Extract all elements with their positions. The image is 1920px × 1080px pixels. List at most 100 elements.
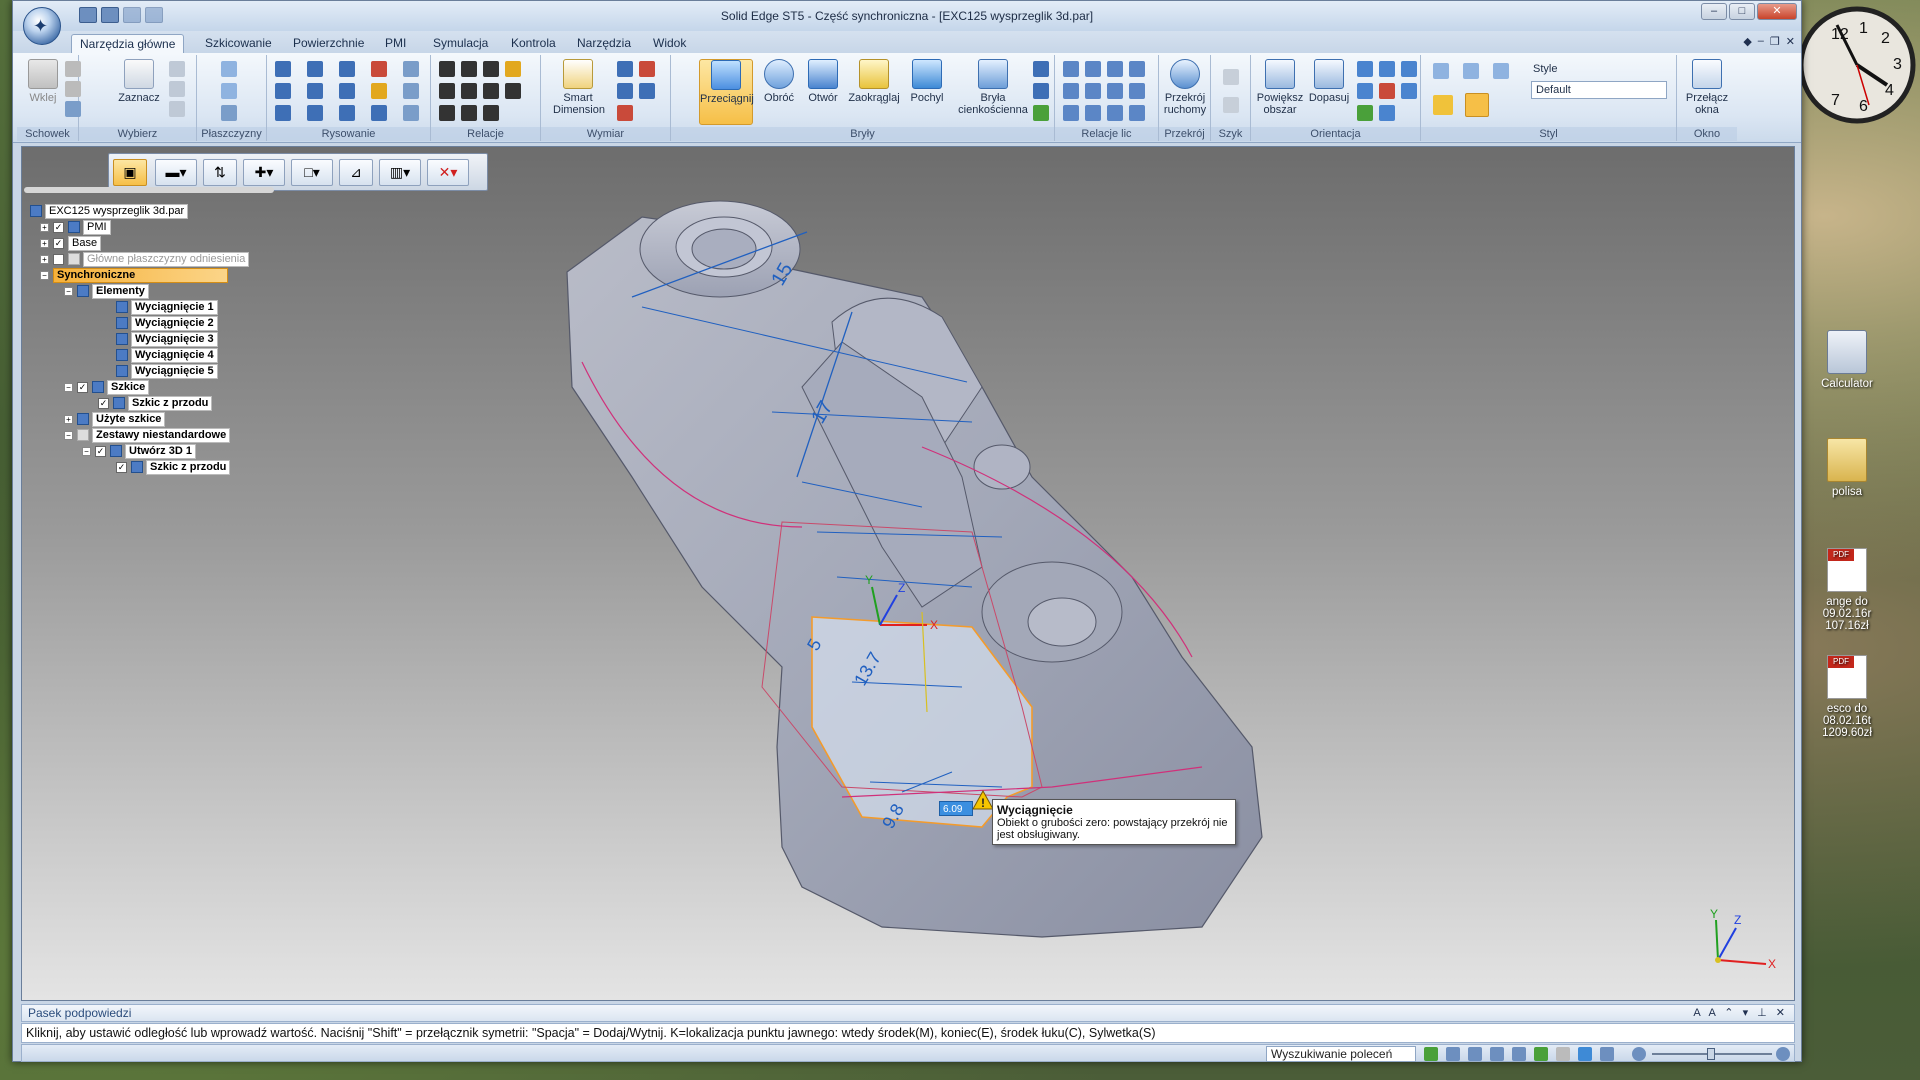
face-symmetric-icon[interactable] [1085, 83, 1101, 99]
tangent-relation-icon[interactable] [439, 105, 455, 121]
face-parallel-icon[interactable] [1107, 61, 1123, 77]
draft-button[interactable]: Pochyl [905, 59, 949, 104]
smart-dimension-button[interactable]: Smart Dimension [553, 59, 605, 116]
tree-item-wyciagniecie-4[interactable]: Wyciągnięcie 4 [116, 348, 218, 363]
rectangle-icon[interactable] [275, 83, 291, 99]
fillet-icon[interactable] [307, 83, 323, 99]
tab-pmi[interactable]: PMI [377, 34, 414, 53]
tree-item-szkice[interactable]: − ✓ Szkice [64, 380, 150, 395]
doc-minimize-icon[interactable]: – [1758, 35, 1764, 48]
tab-powierzchnie[interactable]: Powierzchnie [285, 34, 372, 53]
pattern-rect-icon[interactable] [1223, 69, 1239, 85]
expand-icon[interactable]: + [64, 414, 73, 424]
pan-icon[interactable] [1379, 61, 1395, 77]
extend-icon[interactable] [339, 83, 355, 99]
round-button[interactable]: Zaokrąglaj [847, 59, 901, 104]
application-button[interactable]: ✦ [23, 7, 61, 45]
tab-szkicowanie[interactable]: Szkicowanie [197, 34, 280, 53]
desktop-icon-pdf-1[interactable]: PDF ange do 09.02.16r 107.16zł [1802, 548, 1892, 632]
expand-icon[interactable]: + [40, 222, 49, 232]
add-remove-dropdown[interactable]: ✚▾ [243, 159, 285, 186]
point-icon[interactable] [307, 105, 323, 121]
pattern-icon[interactable] [1033, 61, 1049, 77]
hole-button[interactable]: Otwór [801, 59, 845, 104]
zoom-out-icon[interactable] [1632, 1047, 1646, 1061]
curve-icon[interactable] [339, 61, 355, 77]
checkbox-icon[interactable]: ✓ [53, 221, 64, 233]
extent-type-dropdown[interactable]: ▬▾ [155, 159, 197, 186]
coordinate-dimension-icon[interactable] [617, 83, 633, 99]
zoom-slider-thumb[interactable] [1707, 1048, 1715, 1060]
close-button[interactable]: ✕ [1757, 3, 1797, 20]
keypoints-dropdown[interactable]: □▾ [291, 159, 333, 186]
zoom-area-sb-icon[interactable] [1446, 1047, 1460, 1061]
tree-scrollbar[interactable] [24, 187, 274, 193]
distance-value-input[interactable]: 6.09 [939, 801, 973, 816]
cancel-icon[interactable]: ✕▾ [427, 159, 469, 186]
shaded-icon[interactable] [1433, 95, 1453, 115]
tree-item-szkic-z-przodu[interactable]: ✓ Szkic z przodu [98, 396, 213, 411]
symmetric-dimension-icon[interactable] [639, 83, 655, 99]
treatment-icon[interactable]: ⊿ [339, 159, 373, 186]
filter-icon[interactable] [169, 81, 185, 97]
revolve-button[interactable]: Obróć [757, 59, 801, 104]
help-icon[interactable]: ◆ [1743, 35, 1751, 48]
view-copy-icon[interactable] [1401, 61, 1417, 77]
tab-symulacja[interactable]: Symulacja [425, 34, 496, 53]
part-model[interactable]: X Y Z 15 17 5 13.7 9.8 [22, 147, 1795, 1001]
thin-wall-button[interactable]: Bryła cienkościenna [953, 59, 1033, 116]
collapse-icon[interactable]: − [40, 270, 49, 280]
face-aligned-icon[interactable] [1107, 83, 1123, 99]
face-concentric-icon[interactable] [1085, 61, 1101, 77]
desktop-icon-pdf-2[interactable]: PDF esco do 08.02.16t 1209.60zł [1802, 655, 1892, 739]
tree-item-sync[interactable]: − Synchroniczne [40, 268, 228, 283]
offset-icon[interactable] [403, 61, 419, 77]
fit-sb-icon[interactable] [1490, 1047, 1504, 1061]
zoom-sb-icon[interactable] [1468, 1047, 1482, 1061]
checkbox-icon[interactable]: ✓ [77, 381, 88, 393]
desktop-icon-polisa[interactable]: polisa [1802, 438, 1892, 498]
symmetric-relation-icon[interactable] [505, 83, 521, 99]
view-style-sb-icon[interactable] [1578, 1047, 1592, 1061]
concentric-relation-icon[interactable] [483, 61, 499, 77]
view-options-dropdown[interactable]: ▥▾ [379, 159, 421, 186]
tree-item-utworz-3d[interactable]: − ✓ Utwórz 3D 1 [82, 444, 196, 459]
sketch-view-icon[interactable] [1357, 105, 1373, 121]
distance-dimension-icon[interactable] [617, 61, 633, 77]
tab-widok[interactable]: Widok [645, 34, 694, 53]
face-perpendicular-icon[interactable] [1129, 61, 1145, 77]
view-triad[interactable]: X Y Z [1704, 904, 1784, 974]
face-coplanar-icon[interactable] [1063, 61, 1079, 77]
rotate-view-icon[interactable] [1379, 83, 1395, 99]
select-tools-icon[interactable] [169, 101, 185, 117]
move-icon[interactable] [371, 83, 387, 99]
tab-narzedzia[interactable]: Narzędzia [569, 34, 639, 53]
direction-icon[interactable]: ⇅ [203, 159, 237, 186]
tree-item-planes[interactable]: + Główne płaszczyzny odniesienia [40, 252, 250, 267]
view-front-icon[interactable] [1463, 63, 1479, 79]
collapse-icon[interactable]: − [64, 382, 73, 392]
face-lock-icon[interactable] [1129, 105, 1145, 121]
face-rigid-icon[interactable] [1085, 105, 1101, 121]
plane-offset-icon[interactable] [221, 83, 237, 99]
tree-item-elementy[interactable]: − Elementy [64, 284, 149, 299]
select-button[interactable]: Zaznacz [117, 59, 161, 104]
prompt-bar-controls[interactable]: A A ⌃ ▾ ⊥ ✕ [1693, 1005, 1788, 1021]
tree-item-uzyte-szkice[interactable]: + Użyte szkice [64, 412, 166, 427]
tree-item-wyciagniecie-2[interactable]: Wyciągnięcie 2 [116, 316, 218, 331]
doc-close-icon[interactable]: ✕ [1786, 35, 1795, 48]
paste-button[interactable]: Wklej [21, 59, 65, 104]
view-iso-icon[interactable] [1433, 63, 1449, 79]
lock-relation-icon[interactable] [505, 61, 521, 77]
trim-icon[interactable] [371, 61, 387, 77]
zoom-area-button[interactable]: Powiększ obszar [1255, 59, 1305, 116]
face-offset-icon[interactable] [1107, 105, 1123, 121]
pan-sb-icon[interactable] [1512, 1047, 1526, 1061]
extrude-step-icon[interactable]: ▣ [113, 159, 147, 186]
pattern-circ-icon[interactable] [1223, 97, 1239, 113]
views-sb-icon[interactable] [1600, 1047, 1614, 1061]
line-icon[interactable] [275, 61, 291, 77]
add-body-icon[interactable] [1033, 105, 1049, 121]
zoom-icon[interactable] [1357, 61, 1373, 77]
checkbox-icon[interactable]: ✓ [98, 397, 109, 409]
